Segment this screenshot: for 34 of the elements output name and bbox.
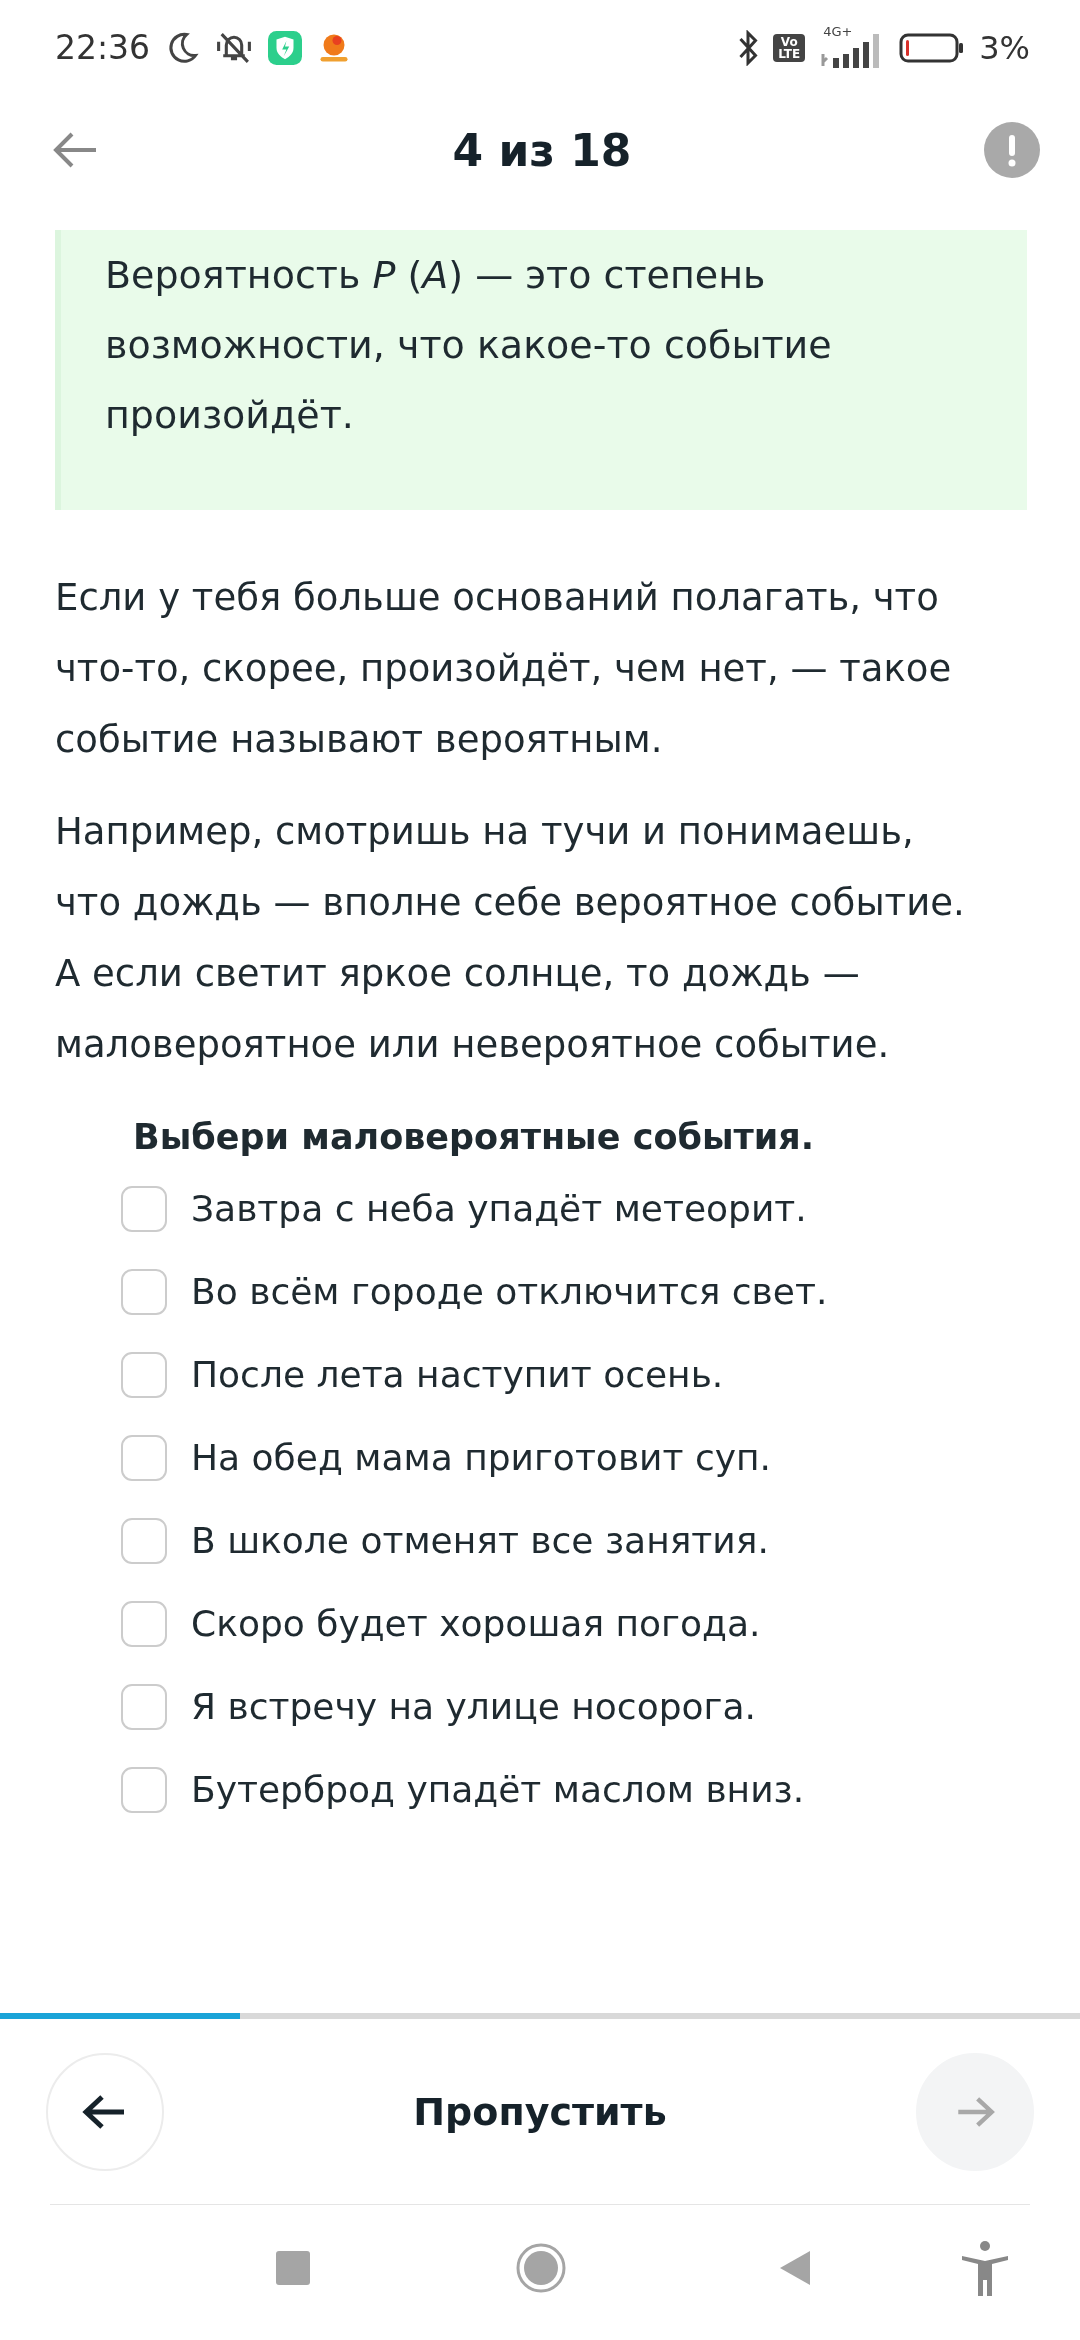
checkbox[interactable]: [121, 1185, 167, 1232]
bluetooth-icon: [737, 29, 760, 66]
alert-icon[interactable]: [984, 122, 1040, 178]
paragraph: Например, смотришь на тучи и понимаешь, что дождь — вполне себе вероятное событие. А если светит яркое солнце, то дождь — маловероятное или невероятное событие.: [55, 809, 966, 1068]
shield-app-icon: [268, 30, 303, 65]
checkbox[interactable]: [121, 1766, 167, 1813]
back-triangle-icon[interactable]: [778, 2248, 812, 2287]
checkbox[interactable]: [121, 1517, 167, 1564]
option-label[interactable]: Завтра с неба упадёт метеорит.: [191, 1188, 807, 1229]
checkbox[interactable]: [121, 1434, 167, 1481]
option-label[interactable]: Скоро будет хорошая погода.: [191, 1603, 761, 1644]
battery-percent: 3%: [979, 28, 1030, 67]
option-label[interactable]: На обед мама приготовит суп.: [191, 1437, 771, 1478]
option-label[interactable]: Я встречу на улице носорога.: [191, 1686, 756, 1727]
option-label[interactable]: В школе отменят все занятия.: [191, 1520, 769, 1561]
option-label[interactable]: Во всём городе отключится свет.: [191, 1271, 828, 1312]
checkbox[interactable]: [121, 1600, 167, 1647]
page-title: 4 из 18: [452, 124, 632, 176]
recent-apps-icon[interactable]: [276, 2250, 310, 2285]
option-label[interactable]: После лета наступит осень.: [191, 1354, 724, 1395]
question-title: Выбери маловероятные события.: [133, 1117, 816, 1157]
home-icon[interactable]: [516, 2242, 566, 2293]
paragraph: Если у тебя больше оснований полагать, что что-то, скорее, произойдёт, чем нет, — такое событие называют вероятным.: [55, 575, 953, 763]
option-label[interactable]: Бутерброд упадёт маслом вниз.: [191, 1769, 805, 1810]
checkbox[interactable]: [121, 1268, 167, 1315]
skip-button[interactable]: Пропустить: [407, 2088, 673, 2135]
clock: 22:36: [55, 28, 151, 67]
volte-badge: Vo LTE: [773, 33, 806, 62]
checkbox[interactable]: [121, 1683, 167, 1730]
definition-text: Вероятность P (A) — это степень возможности, что какое-то событие произойдёт.: [105, 253, 832, 437]
network-label: 4G+: [823, 23, 853, 39]
checkbox[interactable]: [121, 1351, 167, 1398]
accessibility-icon[interactable]: [960, 2239, 1010, 2296]
battery-icon: [899, 31, 966, 64]
